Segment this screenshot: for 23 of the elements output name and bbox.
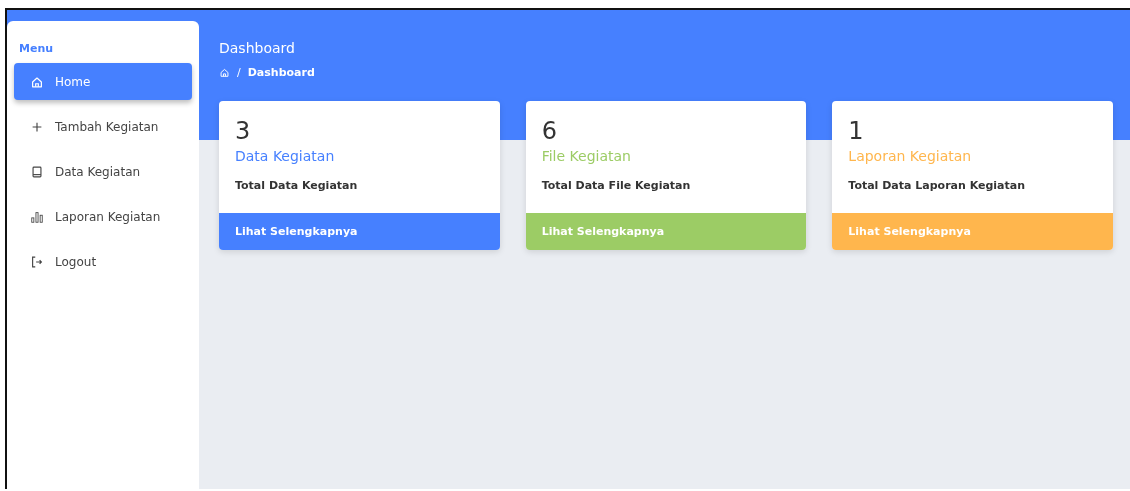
sidebar-item[interactable]: Data Kegiatan	[14, 153, 192, 190]
stat-count: 3	[235, 117, 251, 146]
breadcrumb-separator: /	[237, 66, 241, 79]
stat-title: File Kegiatan	[541, 147, 631, 164]
sidebar-item[interactable]: Tambah Kegiatan	[14, 108, 192, 145]
sidebar-item[interactable]: Laporan Kegiatan	[14, 198, 192, 235]
bar-chart-icon	[30, 209, 44, 224]
breadcrumb-current: Dashboard	[247, 66, 315, 79]
stat-subtitle: Total Data Laporan Kegiatan	[848, 178, 1026, 192]
stat-subtitle: Total Data File Kegiatan	[541, 178, 691, 192]
stat-subtitle: Total Data Kegiatan	[235, 178, 358, 192]
book-icon	[30, 164, 44, 179]
more-link[interactable]: Lihat Selengkapnya	[219, 213, 500, 250]
page-title: Dashboard	[219, 40, 295, 56]
stat-count: 1	[848, 117, 864, 146]
home-icon[interactable]	[219, 67, 230, 78]
sidebar-item[interactable]: Home	[14, 63, 192, 100]
stat-count: 6	[541, 117, 557, 146]
menu-heading: Menu	[18, 42, 54, 55]
sidebar-item[interactable]: Logout	[14, 243, 192, 280]
stat-title: Data Kegiatan	[235, 147, 335, 164]
stat-title: Laporan Kegiatan	[848, 147, 972, 164]
logout-icon	[30, 254, 44, 269]
